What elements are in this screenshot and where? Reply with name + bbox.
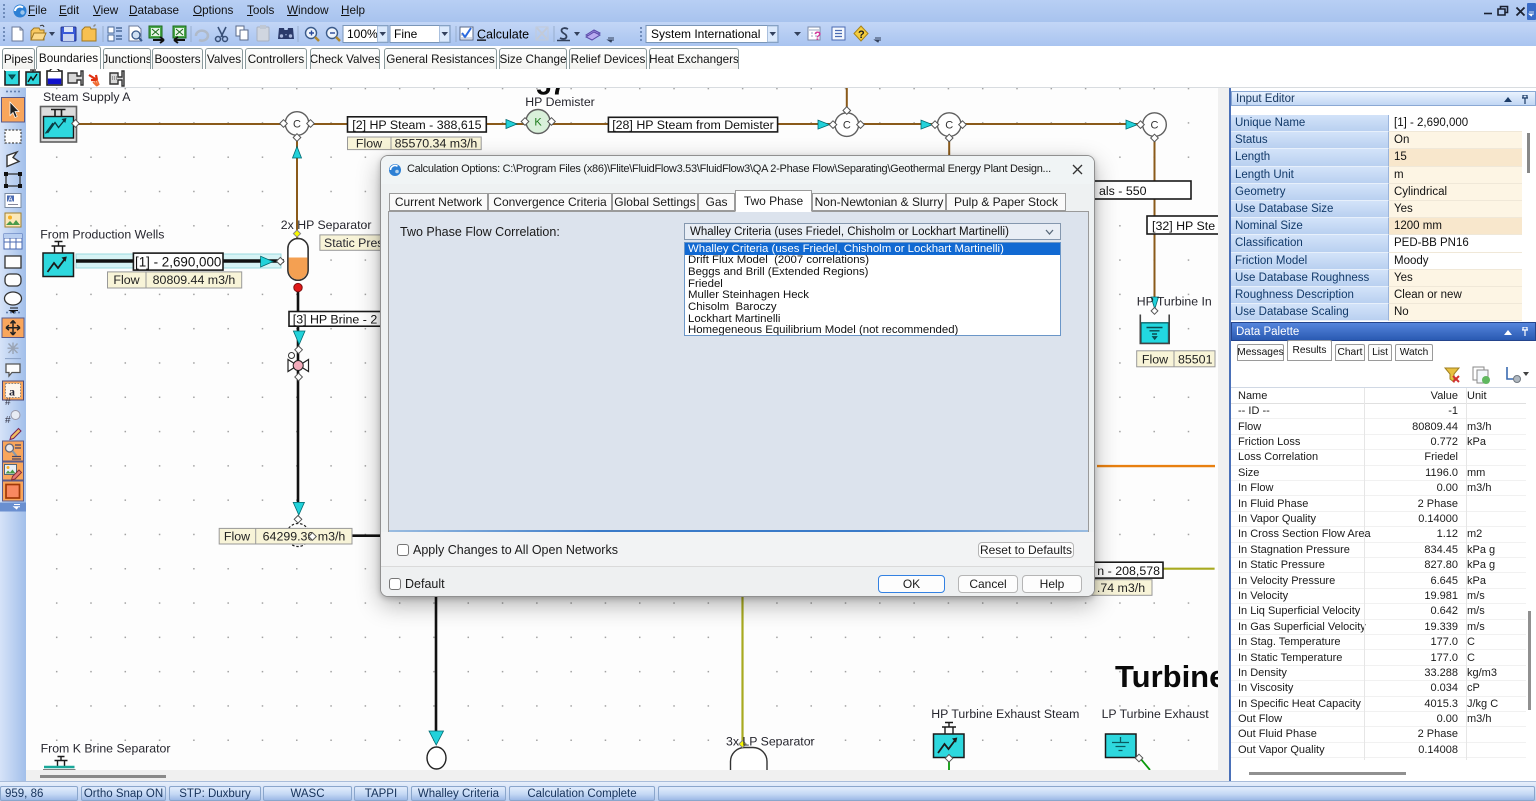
svg-text:[28] HP Steam from Demister: [28] HP Steam from Demister [612, 118, 774, 132]
svg-text:57: 57 [536, 88, 566, 101]
svg-text:?: ? [858, 29, 865, 41]
svg-text:A: A [8, 197, 13, 204]
svg-text:85501: 85501 [1178, 352, 1213, 366]
svg-text:80809.44 m3/h: 80809.44 m3/h [153, 273, 236, 287]
svg-text:n - 208,578: n - 208,578 [1097, 564, 1160, 578]
svg-text:2x HP Separator: 2x HP Separator [281, 218, 372, 232]
svg-text:Fine: Fine [394, 27, 418, 41]
svg-text:[2] HP Steam - 388,615: [2] HP Steam - 388,615 [352, 118, 481, 132]
svg-text:C: C [293, 119, 301, 131]
svg-text:Flow: Flow [224, 529, 250, 543]
svg-text:C: C [843, 120, 851, 132]
svg-text:Flow: Flow [113, 273, 139, 287]
svg-text:Static Pres: Static Pres [324, 236, 383, 250]
svg-text:85570.34 m3/h: 85570.34 m3/h [395, 136, 478, 150]
svg-text:System International: System International [651, 27, 760, 41]
svg-text:Steam Supply A: Steam Supply A [43, 90, 131, 104]
svg-text:Calculate: Calculate [477, 28, 529, 42]
svg-text:HP Turbine Exhaust Steam: HP Turbine Exhaust Steam [931, 707, 1079, 721]
svg-text:LP Turbine Exhaust: LP Turbine Exhaust [1102, 707, 1210, 721]
svg-text:K: K [534, 117, 542, 129]
svg-text:#: # [5, 415, 11, 426]
svg-text:Turbine: Turbine [1115, 659, 1218, 694]
svg-text:C: C [945, 120, 953, 132]
svg-text:100%: 100% [347, 27, 378, 41]
svg-text:From Production Wells: From Production Wells [40, 227, 164, 241]
svg-text:[3] HP Brine - 2: [3] HP Brine - 2 [293, 312, 378, 326]
svg-text:HP Turbine In: HP Turbine In [1137, 295, 1212, 309]
svg-text:Flow: Flow [356, 136, 382, 150]
svg-text:[1] - 2,690,000: [1] - 2,690,000 [135, 254, 221, 269]
svg-text:From K Brine Separator: From K Brine Separator [41, 742, 171, 756]
svg-text:#: # [5, 397, 11, 408]
svg-text:64299.30 m3/h: 64299.30 m3/h [263, 529, 346, 543]
svg-text:.74 m3/h: .74 m3/h [1097, 581, 1145, 595]
svg-text:?: ? [814, 29, 821, 43]
svg-text:[32] HP Ste: [32] HP Ste [1152, 219, 1215, 233]
svg-text:3x LP Separator: 3x LP Separator [726, 735, 815, 749]
svg-text:als - 550: als - 550 [1099, 184, 1147, 198]
svg-text:Flow: Flow [1142, 352, 1168, 366]
svg-text:C: C [1151, 120, 1159, 132]
